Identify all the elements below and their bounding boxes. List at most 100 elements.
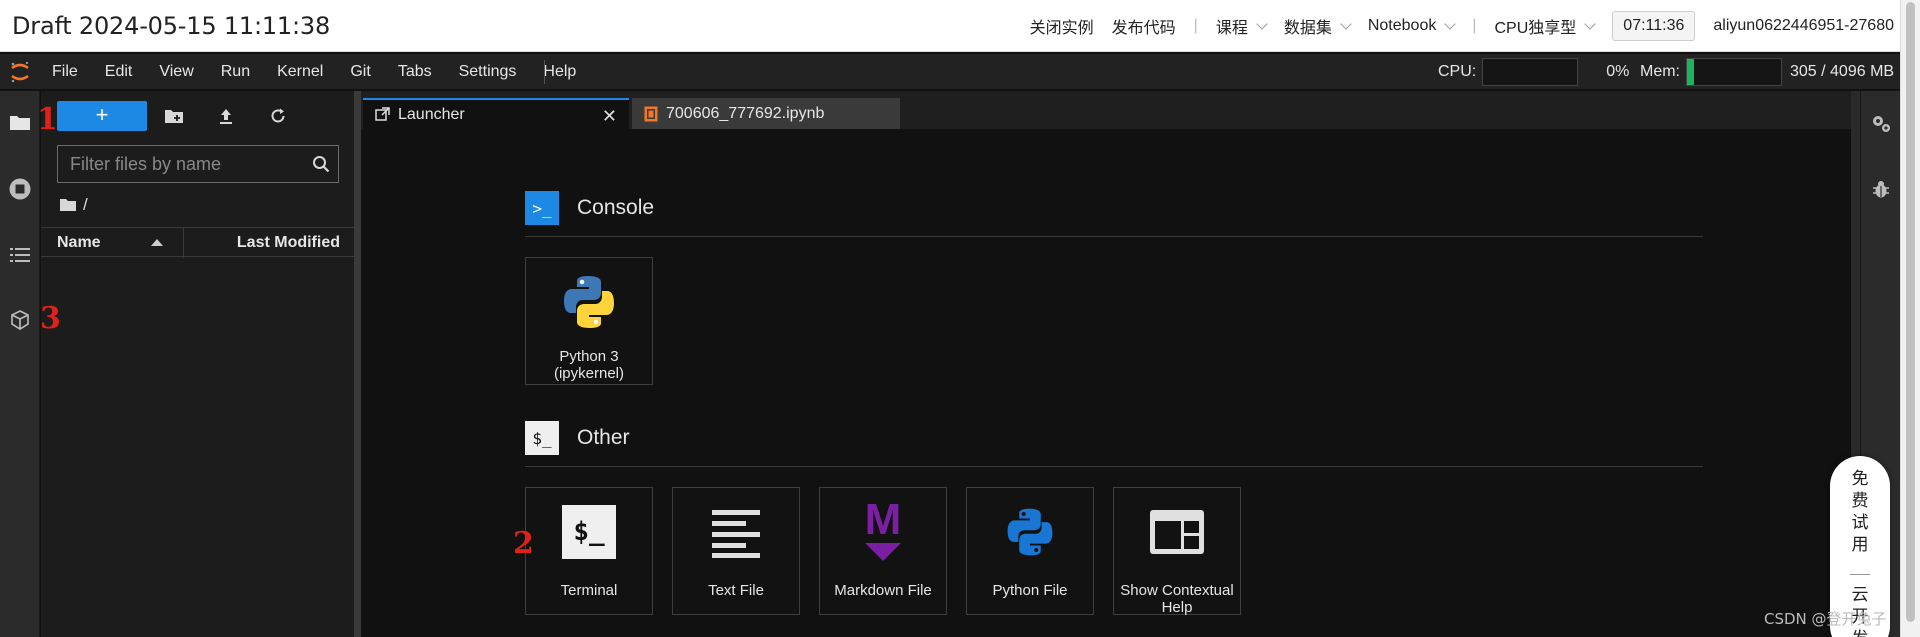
panel-splitter[interactable] xyxy=(354,91,361,637)
header-separator: | xyxy=(1472,17,1477,34)
free-trial-label: 免费试用 xyxy=(1851,469,1869,554)
new-folder-icon[interactable] xyxy=(163,105,185,127)
tab-notebook[interactable]: 700606_777692.ipynb xyxy=(632,98,900,129)
folder-icon[interactable] xyxy=(7,109,33,135)
console-section-header: >_ Console xyxy=(525,191,654,225)
file-browser-panel: + / Name Last Modified xyxy=(41,91,354,637)
search-icon xyxy=(313,156,330,173)
session-timer: 07:11:36 xyxy=(1612,11,1696,41)
instance-type-dropdown[interactable]: CPU独享型 xyxy=(1494,14,1596,38)
card-label: Terminal xyxy=(560,582,618,599)
new-launcher-button[interactable]: + xyxy=(57,101,147,131)
cpu-meter xyxy=(1482,58,1579,86)
mem-meter xyxy=(1686,58,1782,86)
column-resizer[interactable] xyxy=(183,228,184,258)
memory-indicator: Mem: 305 / 4096 MB xyxy=(1630,54,1894,90)
tab-notebook-label: 700606_777692.ipynb xyxy=(666,104,825,122)
name-column-header[interactable]: Name xyxy=(57,234,101,252)
mem-value: 305 / 4096 MB xyxy=(1790,63,1895,80)
breadcrumb: / xyxy=(59,195,88,215)
python-file-card[interactable]: Python File xyxy=(966,487,1094,615)
running-sessions-icon[interactable] xyxy=(7,176,33,202)
property-inspector-icon[interactable] xyxy=(1868,111,1894,137)
contextual-help-card[interactable]: Show Contextual Help xyxy=(1113,487,1241,616)
menu-view[interactable]: View xyxy=(159,63,193,81)
annotation-mark-3: 3 xyxy=(40,301,61,336)
extension-manager-icon[interactable] xyxy=(7,307,33,333)
tab-launcher[interactable]: Launcher ✕ xyxy=(363,98,629,129)
last-modified-column-header[interactable]: Last Modified xyxy=(237,234,340,252)
badge-divider xyxy=(1850,574,1870,575)
filter-files-input[interactable] xyxy=(58,146,298,182)
chevron-down-icon xyxy=(1584,17,1596,30)
menu-git[interactable]: Git xyxy=(350,63,370,81)
text-file-icon xyxy=(673,500,799,564)
menu-list: File Edit View Run Kernel Git Tabs Setti… xyxy=(42,54,593,90)
text-file-card[interactable]: Text File xyxy=(672,487,800,615)
card-label: Python File xyxy=(992,582,1068,599)
cpu-indicator: CPU: 0% xyxy=(1424,54,1629,90)
console-section-icon: >_ xyxy=(525,191,559,225)
menu-help[interactable]: Help xyxy=(543,63,576,81)
other-section-title: Other xyxy=(577,426,630,449)
menu-kernel[interactable]: Kernel xyxy=(277,63,323,81)
username: aliyun0622446951-27680 xyxy=(1713,17,1894,34)
file-list-header: Name Last Modified xyxy=(41,227,354,258)
instance-type-label: CPU独享型 xyxy=(1494,20,1577,37)
courses-dropdown[interactable]: 课程 xyxy=(1215,14,1268,38)
section-divider xyxy=(525,466,1703,467)
terminal-card[interactable]: $_ Terminal xyxy=(525,487,653,615)
table-of-contents-icon[interactable] xyxy=(7,242,33,268)
other-section-icon: $_ xyxy=(525,421,559,455)
markdown-glyph: M xyxy=(864,495,902,544)
page-scrollbar[interactable] xyxy=(1900,0,1920,637)
cpu-value: 0% xyxy=(1606,63,1630,80)
close-instance-link[interactable]: 关闭实例 xyxy=(1030,14,1094,38)
mem-label: Mem: xyxy=(1640,63,1680,80)
other-section-header: $_ Other xyxy=(525,421,630,455)
user-menu[interactable]: aliyun0622446951-27680 xyxy=(1713,17,1914,35)
tab-bar: Launcher ✕ 700606_777692.ipynb xyxy=(361,91,1860,129)
card-label: Markdown File xyxy=(834,582,932,599)
notebook-dropdown[interactable]: Notebook xyxy=(1368,17,1457,35)
card-label: Show Contextual Help xyxy=(1120,582,1234,616)
folder-icon[interactable] xyxy=(59,198,77,212)
python-logo-icon xyxy=(526,270,652,334)
menu-tabs[interactable]: Tabs xyxy=(398,63,432,81)
annotation-mark-2: 2 xyxy=(513,526,534,561)
debugger-bug-icon[interactable] xyxy=(1868,176,1894,202)
markdown-file-card[interactable]: M Markdown File xyxy=(819,487,947,615)
terminal-glyph: $_ xyxy=(562,505,616,559)
publish-code-link[interactable]: 发布代码 xyxy=(1112,14,1176,38)
menu-edit[interactable]: Edit xyxy=(105,63,133,81)
cpu-label: CPU: xyxy=(1438,63,1477,80)
menu-file[interactable]: File xyxy=(52,63,78,81)
refresh-icon[interactable] xyxy=(267,105,289,127)
card-label: Text File xyxy=(708,582,764,599)
markdown-icon: M xyxy=(820,495,946,564)
mem-meter-fill xyxy=(1687,59,1694,85)
menu-bar: File Edit View Run Kernel Git Tabs Setti… xyxy=(0,54,1900,90)
annotation-mark-1: 1 xyxy=(37,102,58,137)
datasets-dropdown[interactable]: 数据集 xyxy=(1283,14,1352,38)
breadcrumb-root[interactable]: / xyxy=(83,195,88,215)
courses-label: 课程 xyxy=(1215,20,1248,37)
header-actions: 关闭实例 发布代码 | 课程 数据集 Notebook | CPU独享型 07:… xyxy=(1012,0,1914,52)
menu-run[interactable]: Run xyxy=(221,63,250,81)
console-section-title: Console xyxy=(577,196,655,219)
chevron-down-icon xyxy=(1340,17,1352,30)
scrollbar-thumb[interactable] xyxy=(1906,2,1915,622)
menu-settings[interactable]: Settings xyxy=(459,63,517,81)
file-filter xyxy=(57,145,339,183)
python-file-icon xyxy=(967,500,1093,564)
launcher-icon xyxy=(375,107,390,121)
datasets-label: 数据集 xyxy=(1283,20,1332,37)
contextual-help-icon xyxy=(1114,500,1240,564)
close-icon[interactable]: ✕ xyxy=(602,106,617,127)
console-python3-card[interactable]: Python 3 (ipykernel) xyxy=(525,257,653,385)
tab-launcher-label: Launcher xyxy=(398,105,465,123)
terminal-icon: $_ xyxy=(526,500,652,564)
section-divider xyxy=(525,236,1703,237)
upload-icon[interactable] xyxy=(215,105,237,127)
card-label: Python 3 (ipykernel) xyxy=(553,348,625,382)
